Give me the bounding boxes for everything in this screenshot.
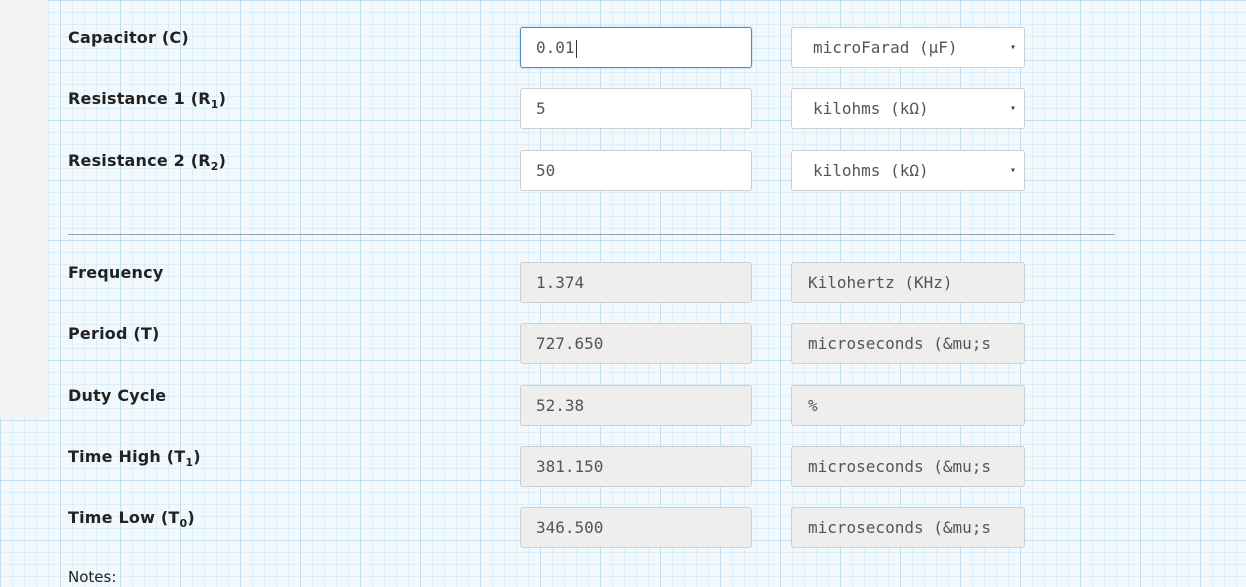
time-low-row: Time Low (T0) 346.500 microseconds (&mu;…: [48, 507, 1246, 551]
resistance2-unit-select[interactable]: kilohms (kΩ) ▾: [791, 150, 1025, 191]
capacitor-row: Capacitor (C) 0.01 microFarad (μF) ▾: [48, 27, 1246, 71]
time-high-unit: microseconds (&mu;s: [791, 446, 1025, 487]
frequency-output: 1.374: [520, 262, 752, 303]
duty-cycle-unit: %: [791, 385, 1025, 426]
resistance1-label-main: Resistance 1 (R: [68, 89, 211, 108]
capacitor-input[interactable]: 0.01: [520, 27, 752, 68]
notes-label: Notes:: [68, 568, 117, 586]
resistance1-unit-value: kilohms (kΩ): [813, 99, 929, 118]
time-low-unit: microseconds (&mu;s: [791, 507, 1025, 548]
time-low-label-main: Time Low (T: [68, 508, 180, 527]
resistance2-row: Resistance 2 (R2) 50 kilohms (kΩ) ▾: [48, 150, 1246, 194]
period-row: Period (T) 727.650 microseconds (&mu;s: [48, 323, 1246, 367]
resistance2-label-sub: 2: [210, 160, 219, 174]
resistance2-unit-value: kilohms (kΩ): [813, 161, 929, 180]
resistance1-unit-select[interactable]: kilohms (kΩ) ▾: [791, 88, 1025, 129]
capacitor-unit-value: microFarad (μF): [813, 38, 958, 57]
capacitor-value: 0.01: [536, 38, 575, 57]
resistance1-input[interactable]: 5: [520, 88, 752, 129]
frequency-label: Frequency: [68, 263, 164, 282]
time-high-label-main: Time High (T: [68, 447, 186, 466]
chevron-down-icon: ▾: [1009, 42, 1016, 53]
frequency-unit: Kilohertz (KHz): [791, 262, 1025, 303]
time-high-output: 381.150: [520, 446, 752, 487]
time-high-row: Time High (T1) 381.150 microseconds (&mu…: [48, 446, 1246, 490]
resistance1-label-sub: 1: [210, 98, 219, 112]
resistance2-label-end: ): [218, 151, 227, 170]
period-label: Period (T): [68, 324, 160, 343]
resistance2-input[interactable]: 50: [520, 150, 752, 191]
chevron-down-icon: ▾: [1009, 165, 1016, 176]
frequency-row: Frequency 1.374 Kilohertz (KHz): [48, 262, 1246, 306]
resistance1-label-end: ): [218, 89, 227, 108]
time-high-label: Time High (T1): [68, 447, 201, 469]
duty-cycle-row: Duty Cycle 52.38 %: [48, 385, 1246, 429]
chevron-down-icon: ▾: [1009, 103, 1016, 114]
duty-cycle-label: Duty Cycle: [68, 386, 167, 405]
capacitor-label: Capacitor (C): [68, 28, 189, 47]
resistance2-label-main: Resistance 2 (R: [68, 151, 211, 170]
time-low-label-end: ): [187, 508, 195, 527]
calculator-panel: Capacitor (C) 0.01 microFarad (μF) ▾ Res…: [48, 0, 1246, 587]
text-cursor: [575, 39, 577, 58]
resistance1-label: Resistance 1 (R1): [68, 89, 226, 111]
duty-cycle-output: 52.38: [520, 385, 752, 426]
time-low-label: Time Low (T0): [68, 508, 195, 530]
section-divider: [68, 234, 1115, 235]
capacitor-unit-select[interactable]: microFarad (μF) ▾: [791, 27, 1025, 68]
period-output: 727.650: [520, 323, 752, 364]
resistance2-label: Resistance 2 (R2): [68, 151, 226, 173]
left-sidebar-strip: [0, 0, 48, 418]
period-unit: microseconds (&mu;s: [791, 323, 1025, 364]
time-low-output: 346.500: [520, 507, 752, 548]
resistance1-row: Resistance 1 (R1) 5 kilohms (kΩ) ▾: [48, 88, 1246, 132]
time-high-label-end: ): [193, 447, 201, 466]
